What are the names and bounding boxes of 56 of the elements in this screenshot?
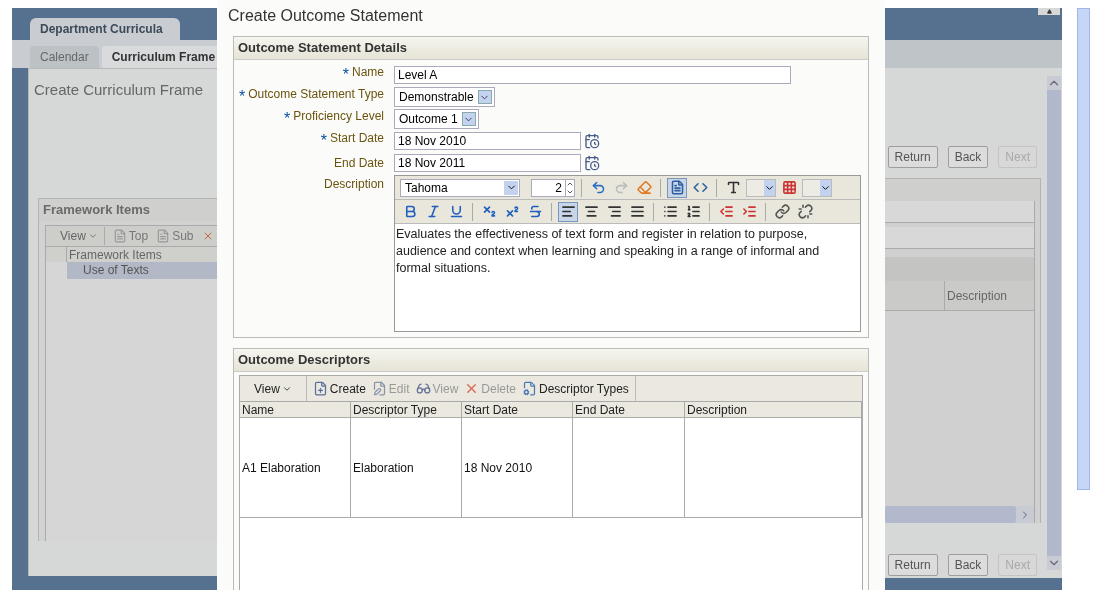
field-label: Start Date <box>329 130 384 147</box>
scroll-up-button[interactable] <box>1038 8 1060 15</box>
column-header: Description <box>946 288 1008 305</box>
tab[interactable]: Department Curricula <box>30 18 180 40</box>
horizontal-scrollbar[interactable] <box>885 506 1016 523</box>
unlink-icon[interactable] <box>795 201 815 222</box>
caret-icon <box>764 179 775 196</box>
field-label: End Date <box>333 155 384 172</box>
page-button[interactable]: Back <box>947 146 989 168</box>
calendar-icon[interactable] <box>584 155 600 171</box>
align-left-icon[interactable] <box>558 201 578 222</box>
select-field[interactable]: Outcome 1 <box>394 109 479 129</box>
description-text[interactable]: Evaluates the effectiveness of text form and register in relation to purpose, audience and context when learning and speaking in a range of informal and formal situations. <box>395 224 860 277</box>
section-title: Outcome Statement Details <box>234 37 868 60</box>
page-title: Create Curriculum Frame <box>33 80 205 100</box>
create-button[interactable]: Create <box>306 376 366 401</box>
font-select[interactable]: Tahoma <box>400 178 520 197</box>
page-button[interactable]: Return <box>887 554 938 576</box>
page-button[interactable]: Back <box>947 554 989 576</box>
field-label: Description <box>323 176 384 193</box>
size-spinner[interactable]: 2 <box>531 178 575 197</box>
select-field[interactable]: Demonstrable <box>394 87 495 107</box>
required-mark: * <box>320 131 327 151</box>
glasses-icon <box>415 381 431 396</box>
dropdown-button[interactable] <box>461 112 476 126</box>
color-dropdown[interactable] <box>746 178 776 197</box>
page-scrollbar[interactable] <box>1077 8 1090 490</box>
section-title: Outcome Descriptors <box>234 349 868 372</box>
panel-title: Framework Items <box>39 198 217 221</box>
document-icon <box>156 228 171 243</box>
date-field[interactable]: 18 Nov 2011 <box>394 154 581 172</box>
up-arrow-icon <box>1046 9 1052 14</box>
page-button[interactable]: Return <box>887 146 938 168</box>
dropdown-button[interactable] <box>477 90 492 104</box>
vertical-scrollbar[interactable] <box>1047 76 1061 570</box>
document-icon <box>112 228 127 243</box>
required-mark: * <box>284 109 291 129</box>
calendar-icon[interactable] <box>584 133 600 149</box>
descriptor-types-button[interactable]: Descriptor Types <box>516 376 629 401</box>
field-label: Outcome Statement Type <box>248 86 384 103</box>
dialog-title: Create Outcome Statement <box>227 6 424 26</box>
caret-icon <box>820 179 831 196</box>
rich-text-mode-icon[interactable] <box>667 177 687 198</box>
date-field[interactable]: 18 Nov 2010 <box>394 132 581 150</box>
required-mark: * <box>342 65 349 85</box>
required-mark: * <box>238 87 246 107</box>
new-document-icon <box>312 381 328 396</box>
column-header: Framework Items <box>68 246 162 262</box>
field-label: Name <box>352 64 384 81</box>
color-dropdown[interactable] <box>802 178 832 197</box>
view-menu[interactable]: View <box>60 226 105 245</box>
link-icon[interactable] <box>772 201 792 222</box>
field-label: Proficiency Level <box>293 108 384 125</box>
edit-document-icon <box>371 381 387 396</box>
name-field[interactable]: Level A <box>394 66 791 84</box>
document-gear-icon <box>522 381 537 396</box>
